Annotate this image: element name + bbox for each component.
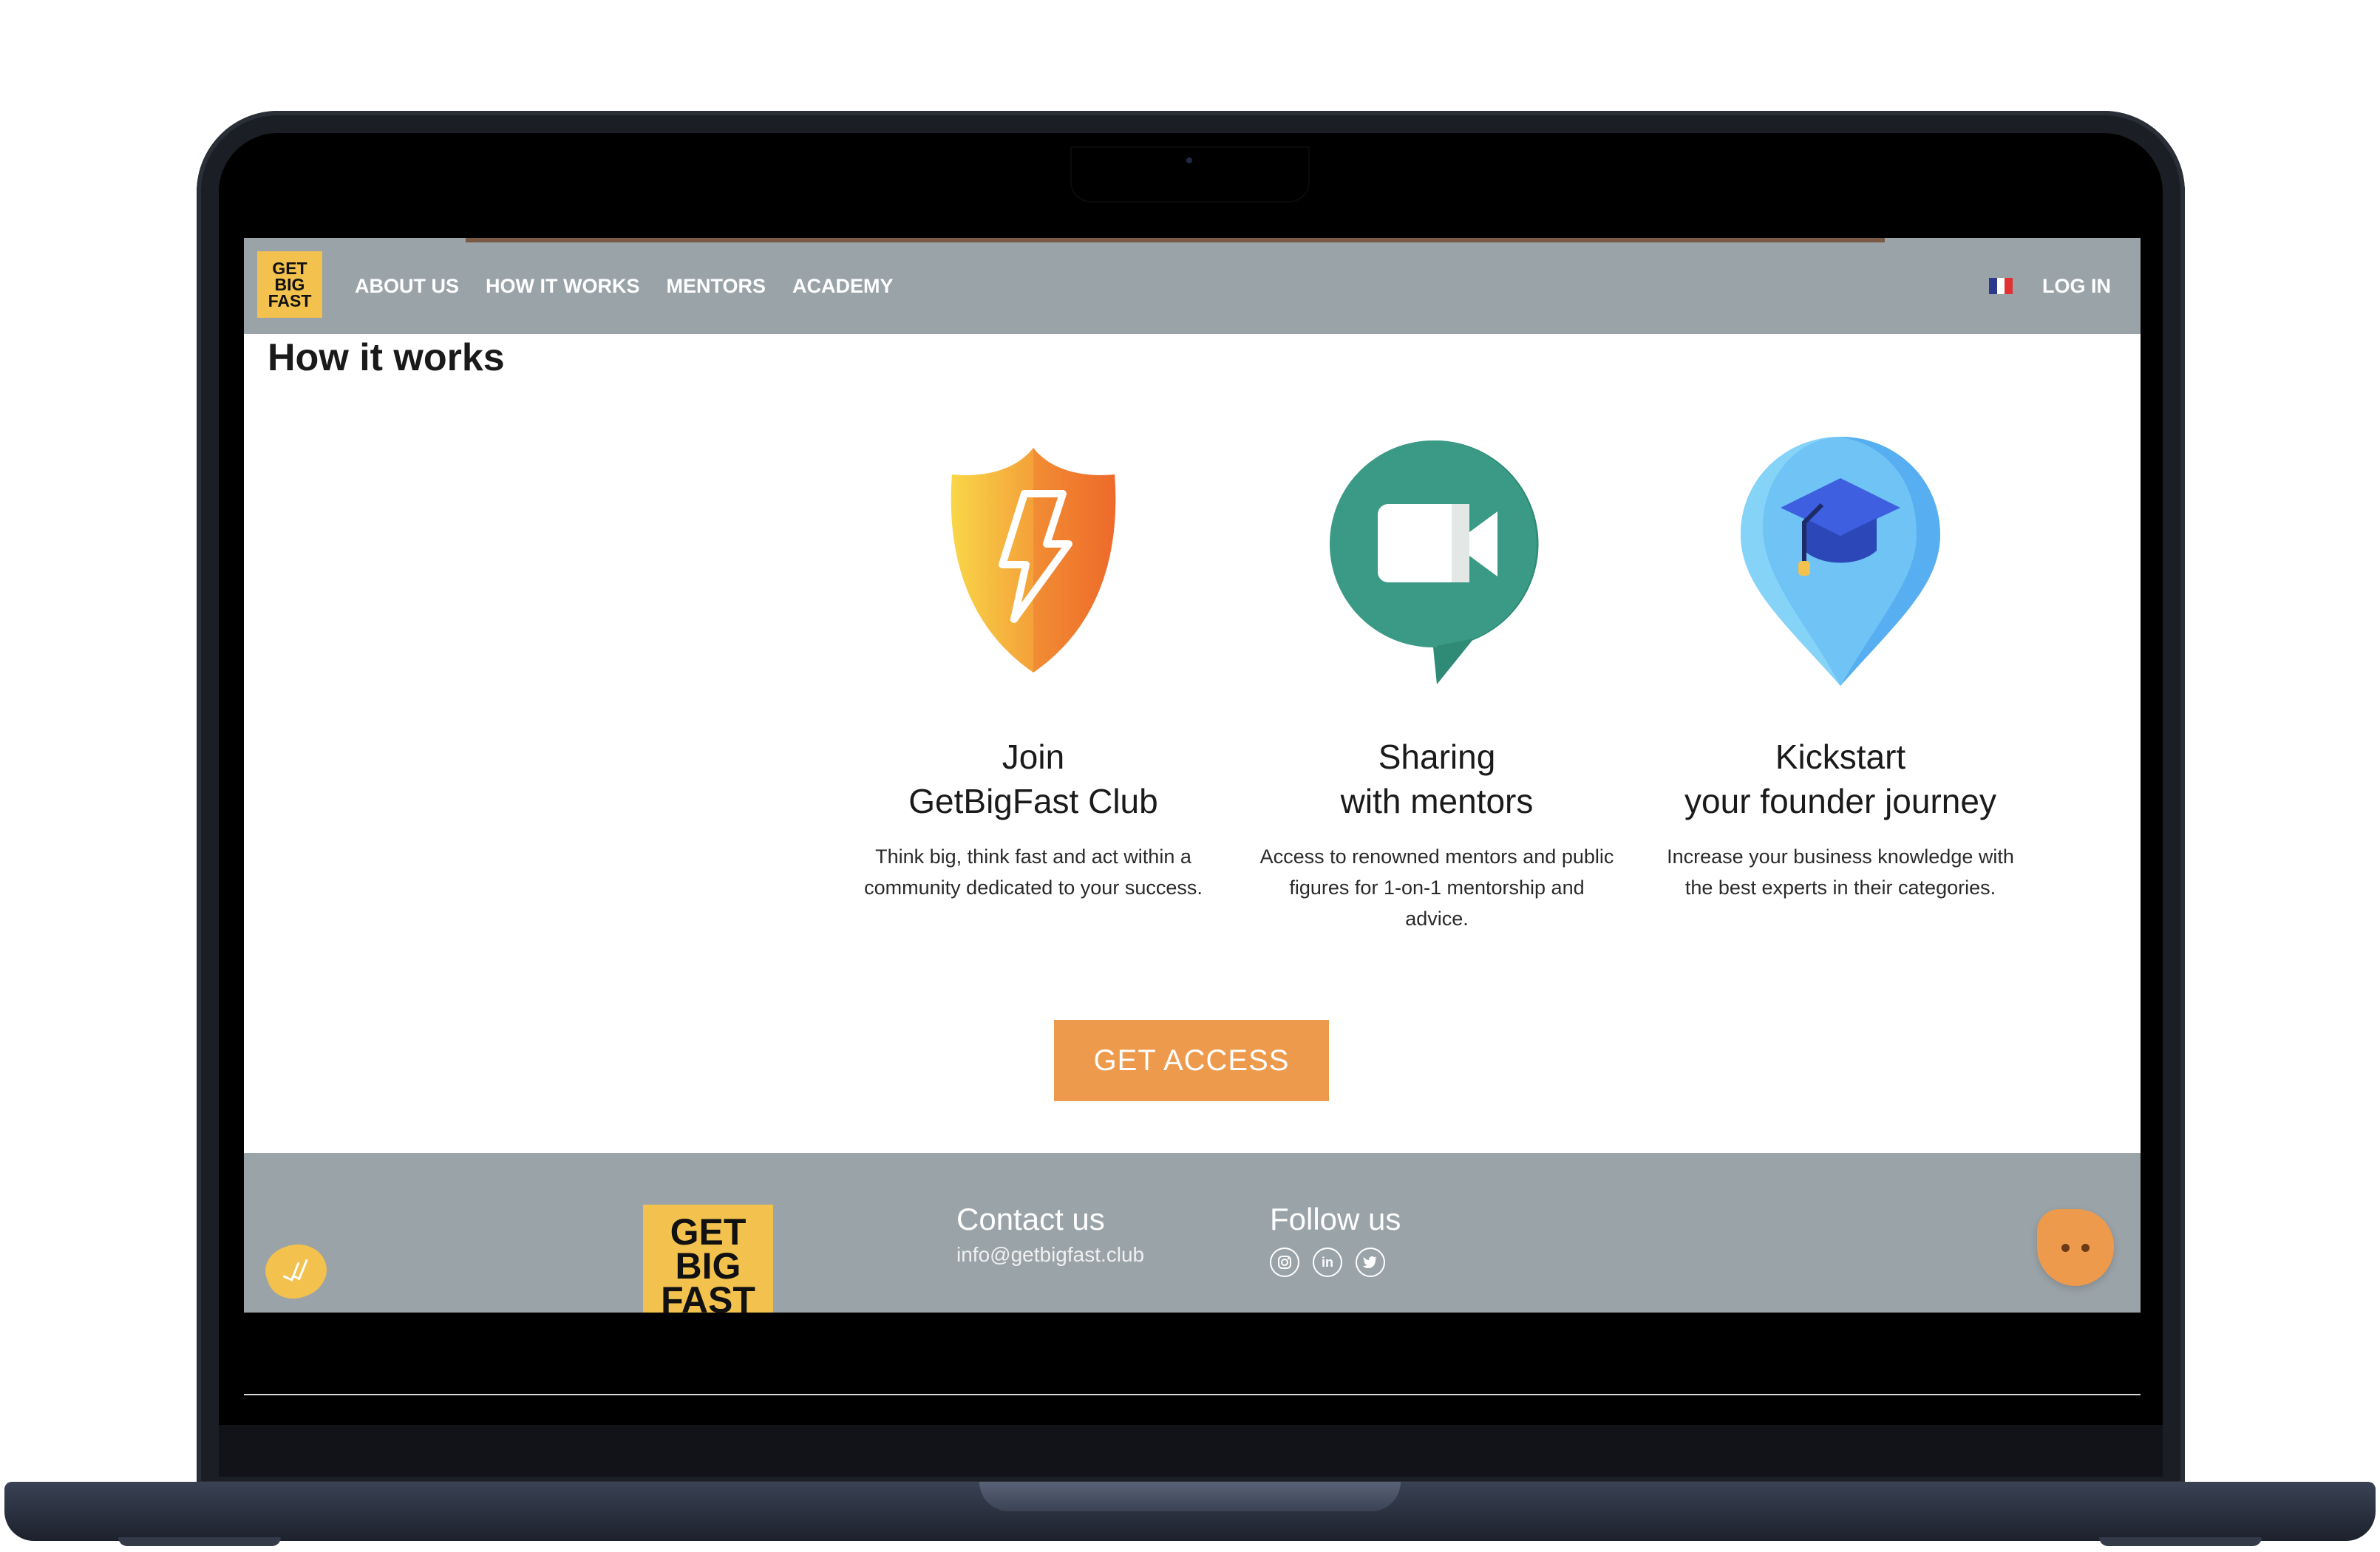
chat-widget-button[interactable] [2037,1209,2114,1286]
laptop-foot-right [2099,1537,2262,1546]
shield-lightning-icon [849,427,1218,693]
checkmark-badge-icon[interactable] [259,1236,334,1307]
login-link[interactable]: LOG IN [2042,275,2111,298]
french-flag-icon[interactable] [1989,278,2013,294]
logo-line: GET [272,259,307,278]
nav-about-us[interactable]: ABOUT US [355,275,459,298]
top-navbar: GET BIG FAST ABOUT US HOW IT WORKS MENTO… [244,238,2141,334]
social-links: in [1270,1248,1385,1277]
get-access-button[interactable]: GET ACCESS [1054,1020,1329,1101]
feature-sharing: Sharing with mentors Access to renowned … [1252,427,1622,934]
contact-title: Contact us [956,1202,1105,1236]
site-logo[interactable]: GET BIG FAST [257,251,322,318]
feature-description: Increase your business knowledge with th… [1667,845,2014,899]
feature-description: Think big, think fast and act within a c… [864,845,1203,899]
follow-title: Follow us [1270,1202,1401,1236]
feature-description: Access to renowned mentors and public fi… [1259,845,1614,930]
nav-how-it-works[interactable]: HOW IT WORKS [486,275,639,298]
twitter-icon[interactable] [1356,1248,1385,1277]
footer-logo[interactable]: GET BIG FAST [643,1205,773,1313]
laptop-chin [219,1425,2163,1477]
nav-right: LOG IN [1989,238,2111,334]
feature-kickstart: Kickstart your founder journey Increase … [1656,427,2025,903]
chat-dot [2081,1243,2090,1252]
page-title: How it works [268,336,505,379]
graduation-pin-icon [1656,427,2025,693]
instagram-icon[interactable] [1270,1248,1299,1277]
feature-join: Join GetBigFast Club Think big, think fa… [849,427,1218,903]
laptop-opening-notch [979,1482,1401,1511]
nav-mentors[interactable]: MENTORS [666,275,766,298]
laptop-foot-left [118,1537,281,1546]
logo-line: FAST [268,291,312,310]
feature-title: Kickstart your founder journey [1684,738,1996,820]
feature-title: Sharing with mentors [1340,738,1534,820]
contact-email-link[interactable]: info@getbigfast.club [956,1243,1144,1267]
screen-divider [244,1394,2141,1395]
nav-links: ABOUT US HOW IT WORKS MENTORS ACADEMY [355,238,894,334]
nav-academy[interactable]: ACADEMY [792,275,894,298]
footer: GET BIG FAST Contact us info@getbigfast.… [244,1153,2141,1313]
chat-dot [2061,1243,2070,1252]
browser-viewport: GET BIG FAST ABOUT US HOW IT WORKS MENTO… [244,238,2141,1313]
camera-icon [1186,157,1192,163]
video-chat-icon [1252,427,1622,693]
logo-line: BIG [274,275,305,294]
linkedin-icon[interactable]: in [1313,1248,1342,1277]
feature-title: Join GetBigFast Club [908,738,1158,820]
camera-notch [1072,148,1308,201]
